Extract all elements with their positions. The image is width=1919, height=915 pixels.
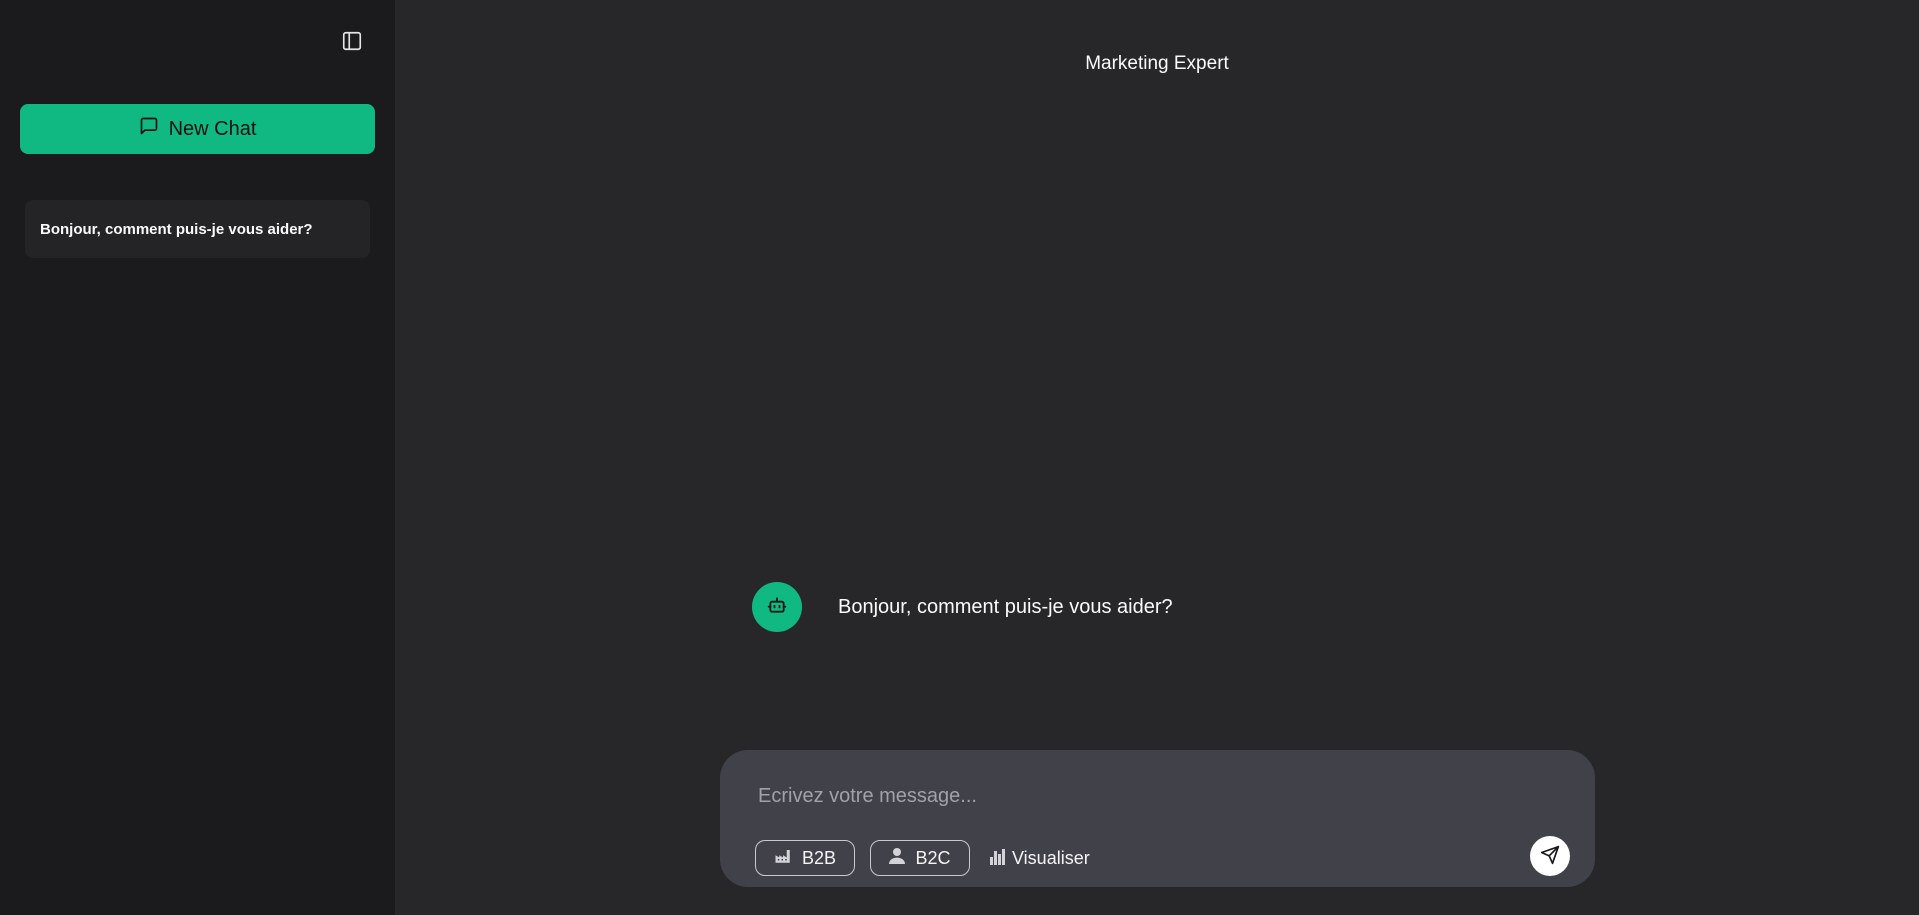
send-icon	[1540, 845, 1560, 868]
visualize-label: Visualiser	[1012, 847, 1090, 868]
message-square-icon	[139, 116, 159, 142]
chat-history-item[interactable]: Bonjour, comment puis-je vous aider?	[25, 200, 370, 258]
message-composer: B2B B2C	[720, 750, 1595, 887]
sidebar-toggle-button[interactable]	[337, 28, 367, 56]
bot-icon	[767, 595, 787, 620]
sidebar: New Chat Bonjour, comment puis-je vous a…	[0, 0, 395, 915]
message-text: Bonjour, comment puis-je vous aider?	[838, 595, 1173, 618]
bot-avatar	[752, 582, 802, 632]
user-icon	[889, 847, 906, 870]
bar-chart-icon	[990, 847, 1006, 870]
b2c-chip-label: B2C	[915, 847, 951, 868]
b2c-chip[interactable]: B2C	[870, 840, 970, 876]
new-chat-button[interactable]: New Chat	[20, 104, 375, 154]
b2b-chip-label: B2B	[801, 847, 837, 868]
b2b-chip[interactable]: B2B	[755, 840, 855, 876]
page-title: Marketing Expert	[1085, 53, 1229, 74]
app-root: New Chat Bonjour, comment puis-je vous a…	[0, 0, 1919, 915]
new-chat-label: New Chat	[168, 117, 257, 140]
sidebar-toggle-icon	[341, 30, 363, 55]
message-input[interactable]	[758, 776, 1458, 816]
main-panel: Marketing Expert Bonjour, comment puis-j…	[395, 0, 1919, 915]
visualize-button[interactable]: Visualiser	[990, 840, 1090, 876]
factory-icon	[774, 847, 792, 870]
chat-history-item-label: Bonjour, comment puis-je vous aider?	[40, 220, 313, 238]
send-button[interactable]	[1530, 836, 1570, 876]
assistant-message: Bonjour, comment puis-je vous aider?	[752, 582, 1173, 632]
